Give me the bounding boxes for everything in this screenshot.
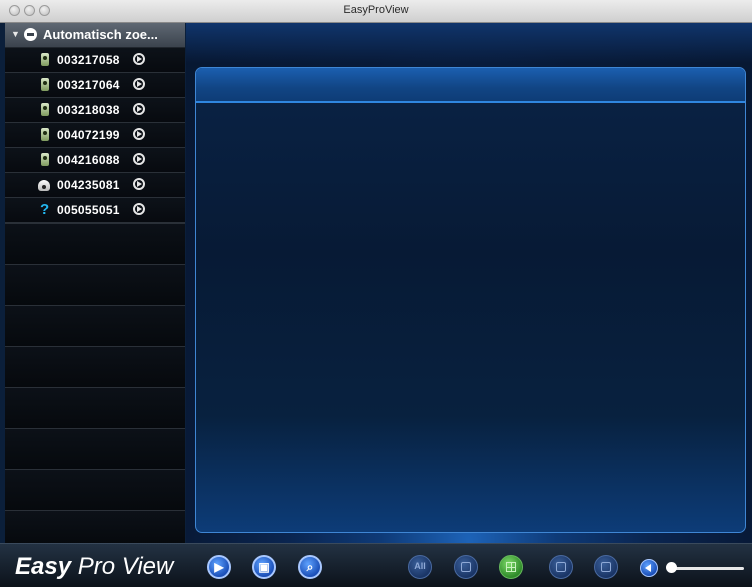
- dome-camera-icon: [38, 180, 50, 191]
- all-button[interactable]: All: [408, 555, 432, 579]
- search-button[interactable]: ⌕: [298, 555, 322, 579]
- video-panel[interactable]: [195, 67, 746, 533]
- multi-view-button[interactable]: ▣: [252, 555, 276, 579]
- camera-icon: [41, 128, 49, 141]
- device-row[interactable]: 003217058: [5, 48, 185, 73]
- device-id: 004235081: [57, 178, 120, 192]
- window-title: EasyProView: [343, 4, 409, 16]
- empty-list-slot: [5, 305, 185, 346]
- device-row[interactable]: 003217064: [5, 73, 185, 98]
- device-id: 003217064: [57, 78, 120, 92]
- open-device-arrow-icon[interactable]: [133, 128, 145, 140]
- grid-view-button[interactable]: [594, 555, 618, 579]
- open-device-arrow-icon[interactable]: [133, 203, 145, 215]
- empty-list-slot: [5, 264, 185, 305]
- single-view-icon: [461, 562, 471, 572]
- volume-slider-track[interactable]: [668, 567, 744, 570]
- device-id: 004216088: [57, 153, 120, 167]
- all-button-label: All: [414, 561, 426, 571]
- disclosure-triangle-icon[interactable]: ▼: [11, 29, 20, 39]
- multi-view-icon: ▣: [258, 560, 270, 574]
- quad-view-icon: [506, 562, 516, 572]
- search-icon: ⌕: [306, 560, 314, 574]
- video-view-area: [186, 23, 752, 543]
- empty-list-slot: [5, 387, 185, 428]
- open-device-arrow-icon[interactable]: [133, 53, 145, 65]
- easyproview-logo: Easy Pro View: [15, 553, 174, 580]
- open-device-arrow-icon[interactable]: [133, 153, 145, 165]
- group-status-icon: [24, 28, 37, 41]
- device-row[interactable]: 004216088: [5, 148, 185, 173]
- device-id: 004072199: [57, 128, 120, 142]
- layout-view-button[interactable]: [549, 555, 573, 579]
- play-button[interactable]: ▶: [207, 555, 231, 579]
- empty-list-slot: [5, 223, 185, 264]
- open-device-arrow-icon[interactable]: [133, 103, 145, 115]
- volume-icon[interactable]: [640, 559, 658, 577]
- volume-slider-knob[interactable]: [666, 562, 677, 573]
- camera-icon: [41, 153, 49, 166]
- device-id: 003217058: [57, 53, 120, 67]
- app-window: EasyProView ▼ Automatisch zoe... 0032170…: [0, 0, 752, 587]
- video-panel-header: [196, 68, 745, 103]
- unknown-device-icon: ?: [40, 201, 50, 218]
- quad-view-button[interactable]: [499, 555, 523, 579]
- play-icon: ▶: [214, 560, 224, 574]
- empty-list-slot: [5, 428, 185, 469]
- device-row[interactable]: ? 005055051: [5, 198, 185, 223]
- device-group-header[interactable]: ▼ Automatisch zoe...: [5, 23, 185, 48]
- open-device-arrow-icon[interactable]: [133, 78, 145, 90]
- camera-icon: [41, 103, 49, 116]
- empty-list-slot: [5, 346, 185, 387]
- device-id: 003218038: [57, 103, 120, 117]
- layout-view-icon: [556, 562, 566, 572]
- empty-list-slot: [5, 469, 185, 510]
- title-bar: EasyProView: [0, 0, 752, 23]
- grid-view-icon: [601, 562, 611, 572]
- single-view-button[interactable]: [454, 555, 478, 579]
- device-group-label: Automatisch zoe...: [43, 27, 158, 42]
- open-device-arrow-icon[interactable]: [133, 178, 145, 190]
- device-row[interactable]: 004235081: [5, 173, 185, 198]
- device-list-sidebar: ▼ Automatisch zoe... 003217058 003217064…: [5, 23, 185, 543]
- camera-icon: [41, 53, 49, 66]
- device-row[interactable]: 004072199: [5, 123, 185, 148]
- device-id: 005055051: [57, 203, 120, 217]
- bottom-toolbar: Easy Pro View ▶ ▣ ⌕ All: [0, 543, 752, 587]
- camera-icon: [41, 78, 49, 91]
- device-row[interactable]: 003218038: [5, 98, 185, 123]
- empty-list-slot: [5, 510, 185, 543]
